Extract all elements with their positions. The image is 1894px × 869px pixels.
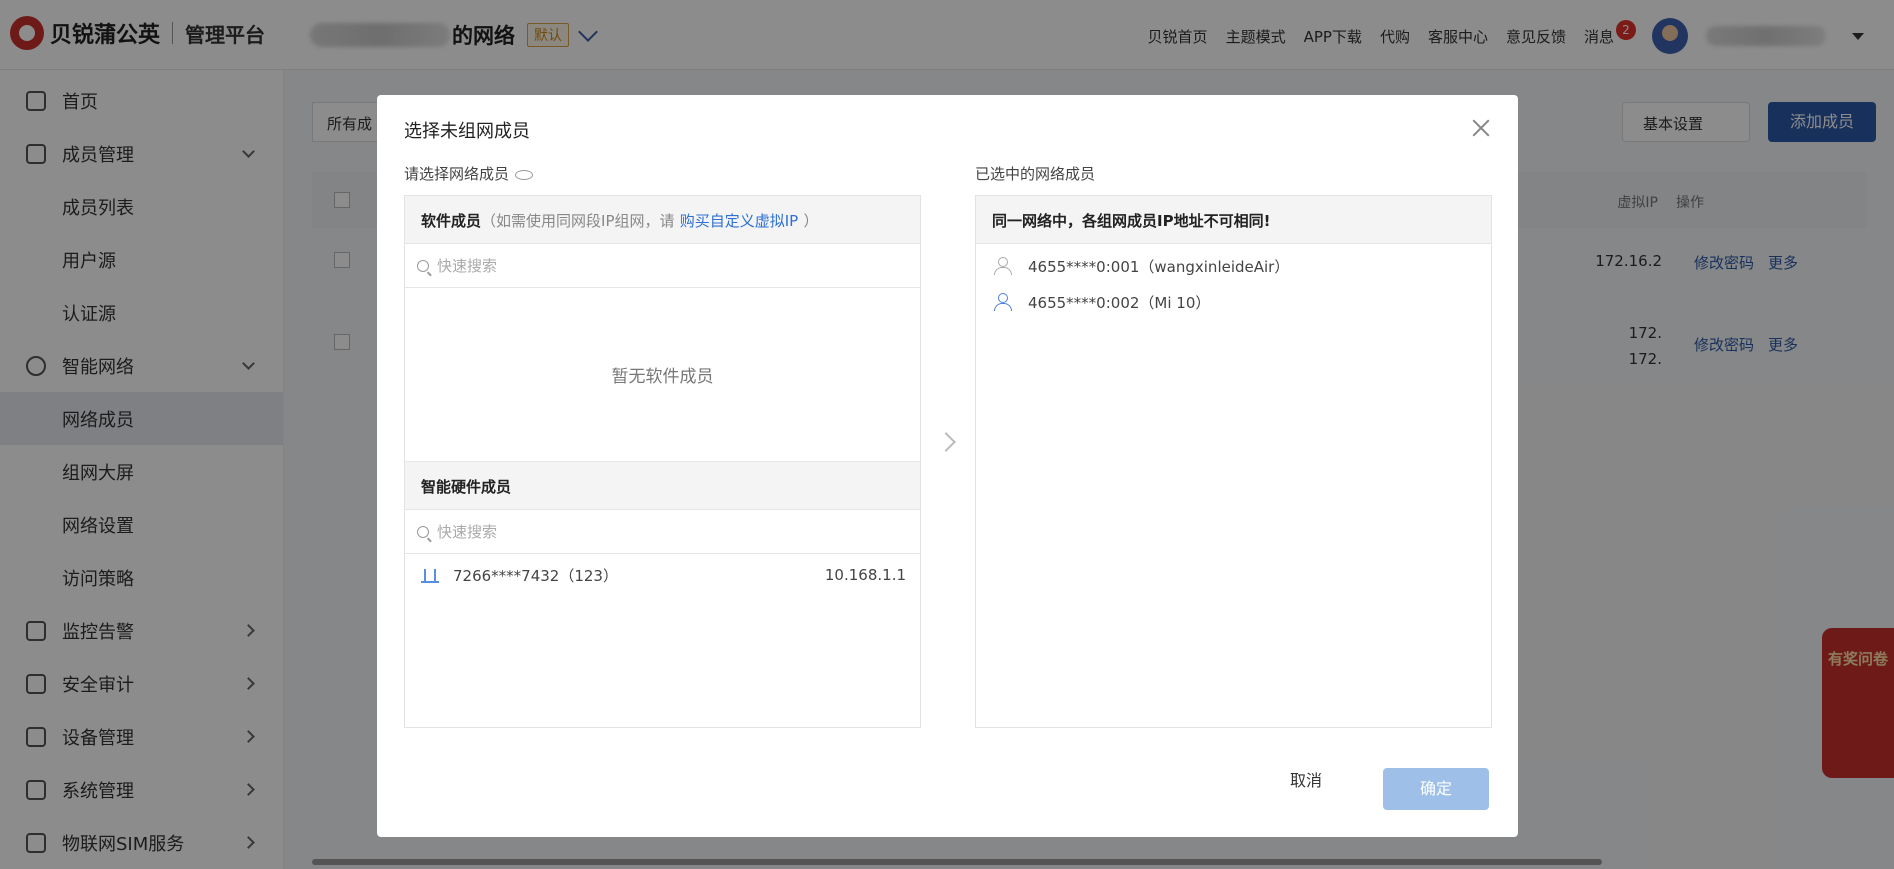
hardware-member-name: 7266****7432（123） bbox=[453, 566, 618, 585]
search-placeholder: 快速搜索 bbox=[437, 523, 498, 541]
select-members-dialog: 选择未组网成员 请选择网络成员 已选中的网络成员 软件成员（如需使用同网段IP组… bbox=[377, 95, 1518, 837]
eye-icon[interactable] bbox=[515, 169, 534, 180]
software-search-input[interactable]: 快速搜索 bbox=[405, 244, 920, 288]
selected-member-name: 4655****0:002（Mi 10） bbox=[1028, 293, 1211, 312]
available-members-panel: 软件成员（如需使用同网段IP组网，请 购买自定义虚拟IP ） 快速搜索 暂无软件… bbox=[404, 195, 921, 728]
left-panel-label-text: 请选择网络成员 bbox=[404, 165, 510, 183]
buy-custom-ip-link[interactable]: 购买自定义虚拟IP bbox=[680, 212, 798, 230]
hardware-member-ip: 10.168.1.1 bbox=[824, 566, 906, 584]
list-item[interactable]: 7266****7432（123） 10.168.1.1 bbox=[405, 554, 920, 596]
hardware-members-header: 智能硬件成员 bbox=[405, 462, 920, 510]
selected-member-name: 4655****0:001（wangxinleideAir） bbox=[1028, 257, 1290, 276]
selected-members-panel: 同一网络中，各组网成员IP地址不可相同! 4655****0:001（wangx… bbox=[975, 195, 1492, 728]
router-icon bbox=[421, 567, 439, 583]
close-icon[interactable] bbox=[1472, 119, 1490, 137]
ip-conflict-notice: 同一网络中，各组网成员IP地址不可相同! bbox=[976, 196, 1491, 244]
software-members-header: 软件成员（如需使用同网段IP组网，请 购买自定义虚拟IP ） bbox=[405, 196, 920, 244]
right-panel-label: 已选中的网络成员 bbox=[975, 165, 1096, 183]
left-panel-label: 请选择网络成员 bbox=[404, 163, 534, 184]
hardware-search-input[interactable]: 快速搜索 bbox=[405, 510, 920, 554]
empty-software-members: 暂无软件成员 bbox=[405, 288, 920, 462]
chevron-right-icon[interactable] bbox=[936, 432, 956, 452]
search-placeholder: 快速搜索 bbox=[437, 257, 498, 275]
dialog-title: 选择未组网成员 bbox=[404, 121, 530, 142]
cancel-button[interactable]: 取消 bbox=[1290, 767, 1322, 791]
list-item[interactable]: 4655****0:002（Mi 10） bbox=[976, 280, 1491, 324]
confirm-button[interactable]: 确定 bbox=[1383, 768, 1489, 810]
search-icon bbox=[417, 259, 429, 272]
software-members-title: 软件成员 bbox=[421, 212, 482, 230]
user-icon bbox=[994, 293, 1012, 311]
search-icon bbox=[417, 525, 429, 538]
user-icon bbox=[994, 257, 1012, 275]
software-members-hint: （如需使用同网段IP组网，请 bbox=[481, 212, 675, 230]
software-members-hint-end: ） bbox=[803, 212, 819, 230]
